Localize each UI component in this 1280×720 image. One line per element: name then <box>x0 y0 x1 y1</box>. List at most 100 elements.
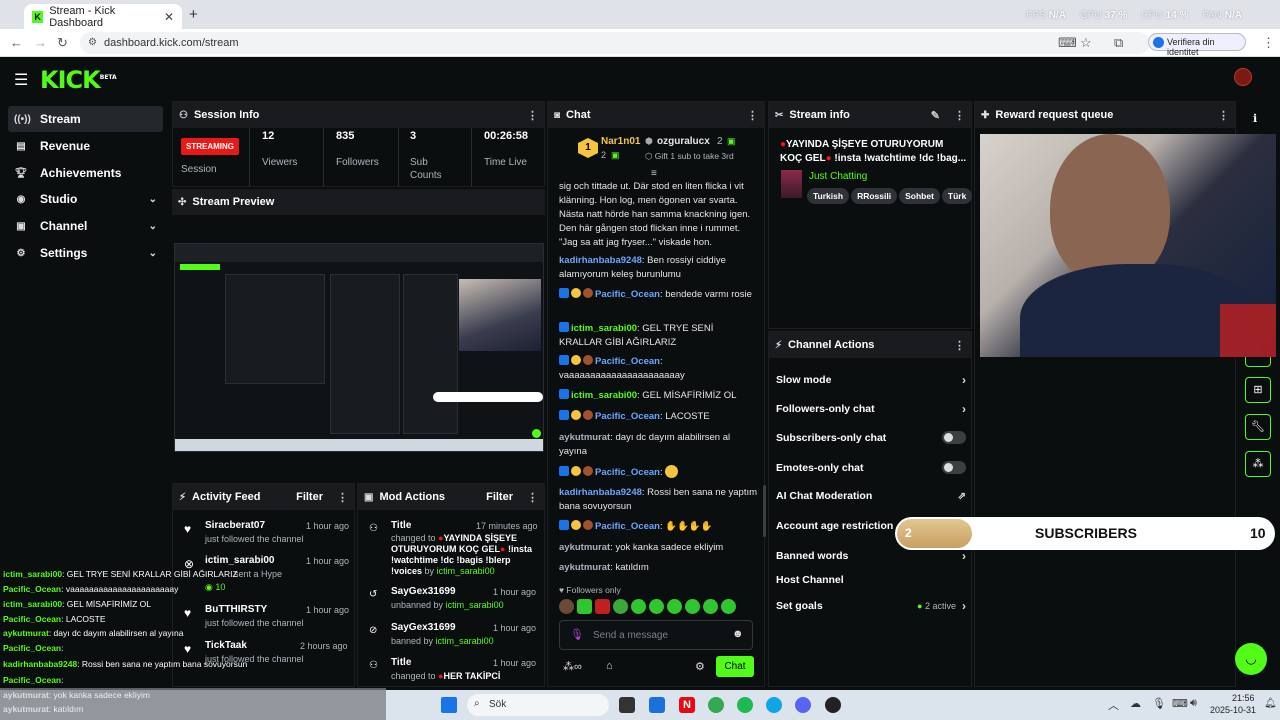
taskbar-date[interactable]: 2025-10-31 <box>1210 705 1256 715</box>
emotes-only-toggle[interactable] <box>942 461 966 474</box>
host-channel-row[interactable]: Host Channel <box>776 574 966 586</box>
kebab-menu-icon[interactable]: ⋮ <box>747 109 758 122</box>
tag[interactable]: Turkish <box>807 188 850 204</box>
banned-words-row[interactable]: Banned words › <box>776 549 966 563</box>
chrome-icon[interactable] <box>708 697 724 713</box>
emote-quickbar[interactable] <box>559 599 754 617</box>
emotes-only-row[interactable]: Emotes-only chat <box>776 461 966 474</box>
sidebar-item-revenue[interactable]: ▤ Revenue <box>8 133 163 159</box>
info-icon[interactable]: ℹ <box>1253 112 1257 125</box>
chat-scrollbar[interactable] <box>763 485 766 537</box>
stream-preview-video[interactable] <box>174 243 544 452</box>
studio-icon: ◉ <box>16 193 26 205</box>
obs-icon[interactable] <box>825 697 841 713</box>
reload-icon[interactable]: ↻ <box>57 35 68 51</box>
ai-moderation-row[interactable]: AI Chat Moderation ⇗ <box>776 490 966 502</box>
activity-filter-button[interactable]: Filter <box>296 491 323 503</box>
kebab-menu-icon[interactable]: ⋮ <box>1218 109 1229 122</box>
taskbar-search[interactable]: ⌕ Sök <box>467 694 609 716</box>
slow-mode-row[interactable]: Slow mode › <box>776 373 966 387</box>
spotify-icon[interactable] <box>737 697 753 713</box>
streaming-status-badge: STREAMING <box>181 138 239 155</box>
tag[interactable]: RRossili <box>851 188 898 204</box>
extensions-icon[interactable]: ⧉ <box>1114 35 1123 51</box>
edge-icon[interactable] <box>766 697 782 713</box>
user-avatar[interactable] <box>1234 68 1252 86</box>
verify-identity-button[interactable]: Verifiera din identitet <box>1148 33 1246 57</box>
chat-header: ◙ Chat ⋮ <box>548 102 764 128</box>
browser-tab[interactable]: K Stream - Kick Dashboard ✕ <box>24 4 182 29</box>
site-info-icon[interactable]: ⚙ <box>88 37 97 48</box>
pin-icon: ✂ <box>775 109 784 121</box>
share-nodes-icon[interactable]: ⁂ <box>1245 451 1271 477</box>
category-link[interactable]: Just Chatting <box>809 171 867 182</box>
kebab-menu-icon[interactable]: ⋮ <box>954 339 965 352</box>
netflix-icon[interactable]: N <box>679 697 695 713</box>
stream-title: ●YAYINDA ŞİŞEYE OTURUYORUM KOÇ GEL● !ins… <box>780 139 967 164</box>
kebab-menu-icon[interactable]: ⋮ <box>337 491 348 504</box>
chat-input[interactable]: 🎙︎ Send a message ☻ <box>559 620 753 650</box>
tray-chevron-icon[interactable]: ︿ <box>1108 697 1119 713</box>
sidebar-item-stream[interactable]: ((•)) Stream <box>8 106 163 132</box>
microphone-icon[interactable]: 🎙︎ <box>570 628 584 641</box>
category-thumbnail[interactable] <box>781 170 802 198</box>
url-field[interactable]: ⚙ dashboard.kick.com/stream <box>80 32 1150 54</box>
translate-icon[interactable]: ⌨ <box>1058 35 1077 51</box>
support-chat-icon[interactable]: ◡ <box>1235 643 1267 675</box>
top-gifter-name[interactable]: Nar1n01 <box>601 136 640 147</box>
hamburger-menu-icon[interactable]: ☰ <box>14 70 28 90</box>
kebab-menu-icon[interactable]: ⋮ <box>527 491 538 504</box>
task-view-icon[interactable] <box>619 697 635 713</box>
taskbar-time[interactable]: 21:56 <box>1232 693 1255 703</box>
subs-stat: 3 Sub Counts <box>410 130 442 181</box>
system-monitor-overlay: FPS N/A GPU 37 % CPU 14 % FAN N/A <box>1026 10 1242 21</box>
sidebar-item-channel[interactable]: ▣ Channel ⌄ <box>8 213 163 239</box>
overlay-chat-line: Pacific_Ocean: vaaaaaaaaaaaaaaaaaaaaaay <box>3 584 179 594</box>
windows-start-icon[interactable] <box>441 697 457 713</box>
emoji-icon[interactable]: ☻ <box>732 628 744 640</box>
chevron-down-icon: ⌄ <box>148 220 157 232</box>
cloud-icon[interactable]: ☁ <box>1130 697 1141 710</box>
pinned-collapse-icon[interactable]: ≡ <box>651 168 657 179</box>
edit-pencil-icon[interactable]: ✎ <box>931 109 940 122</box>
kebab-menu-icon[interactable]: ⋮ <box>954 109 965 122</box>
app-header <box>0 58 1280 100</box>
close-tab-icon[interactable]: ✕ <box>164 10 174 24</box>
quick-action-button[interactable]: ⊞ <box>1245 377 1271 403</box>
chat-settings-gear-icon[interactable]: ⚙ <box>695 660 705 673</box>
followers-only-row[interactable]: Followers-only chat › <box>776 402 966 416</box>
send-chat-button[interactable]: Chat <box>716 656 754 677</box>
chat-tools-icon[interactable]: ⁂∞ <box>563 660 582 673</box>
second-gifter-count: 2 <box>717 136 723 147</box>
tag[interactable]: Türk <box>941 188 973 204</box>
discord-icon[interactable] <box>795 697 811 713</box>
kebab-menu-icon[interactable]: ⋮ <box>527 109 538 122</box>
broadcast-icon: ((•)) <box>14 113 31 125</box>
volume-icon[interactable]: 🔊︎ <box>1190 697 1197 710</box>
mod-filter-button[interactable]: Filter <box>486 491 513 503</box>
subscribers-only-row[interactable]: Subscribers-only chat <box>776 431 966 444</box>
tag[interactable]: Sohbet <box>899 188 940 204</box>
store-icon[interactable]: ⌂ <box>606 660 613 672</box>
second-gifter-name[interactable]: ozguralucx <box>657 136 710 147</box>
sidebar-item-studio[interactable]: ◉ Studio ⌄ <box>8 186 163 212</box>
file-explorer-icon[interactable] <box>649 697 665 713</box>
back-icon[interactable]: ← <box>10 35 23 50</box>
sidebar-item-settings[interactable]: ⚙ Settings ⌄ <box>8 240 163 266</box>
subscribers-only-toggle[interactable] <box>942 431 966 444</box>
forward-icon[interactable]: → <box>34 35 47 50</box>
top-gifter-count: 2 <box>601 150 607 160</box>
bookmark-star-icon[interactable]: ☆ <box>1080 35 1092 51</box>
network-icon[interactable]: ⌨ <box>1172 697 1188 710</box>
chat-message: Pacific_Ocean: LACOSTE <box>559 410 759 424</box>
microphone-tray-icon[interactable]: 🎙︎ <box>1152 697 1166 710</box>
wrench-icon[interactable]: 🔧︎ <box>1245 414 1271 440</box>
overlay-chat-line: Pacific_Ocean: <box>3 675 64 685</box>
set-goals-row[interactable]: Set goals ● 2 active › <box>776 599 966 613</box>
channel-actions-header: ⚡︎ Channel Actions ⋮ <box>769 332 971 358</box>
browser-menu-icon[interactable]: ⋮ <box>1262 35 1275 51</box>
new-tab-icon[interactable]: + <box>189 6 198 23</box>
notifications-icon[interactable]: 🔔︎ <box>1264 698 1277 709</box>
kick-logo[interactable]: KICKBETA <box>40 66 117 94</box>
sidebar-item-achievements[interactable]: 🏆︎ Achievements <box>8 160 163 186</box>
